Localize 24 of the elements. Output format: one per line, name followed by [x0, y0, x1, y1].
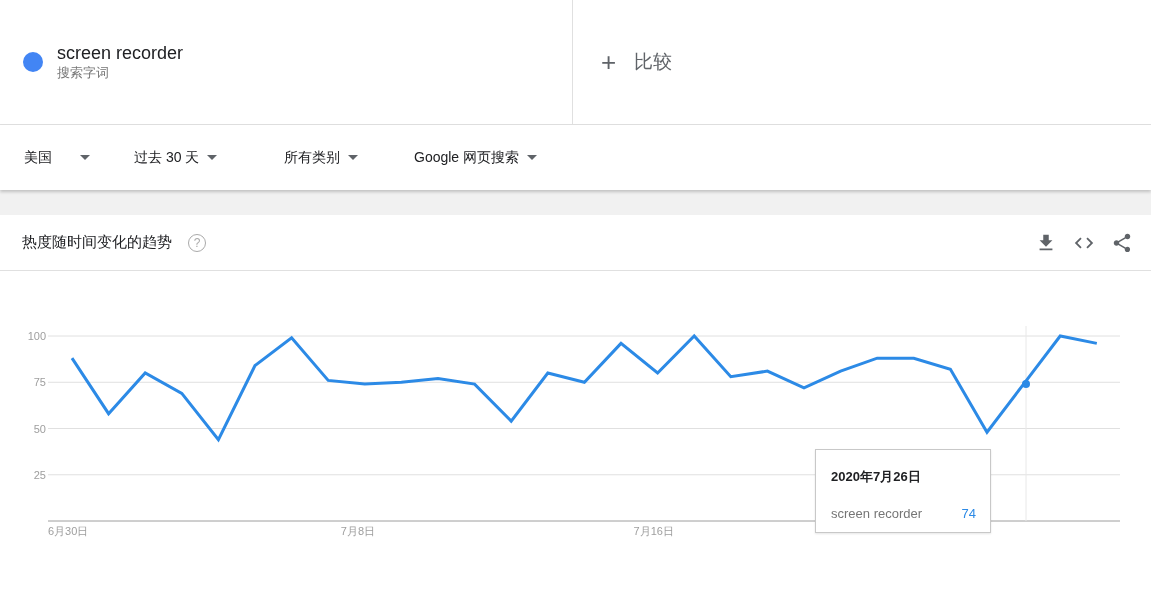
y-axis-label: 75 [33, 376, 46, 389]
x-axis-label: 7月8日 [340, 525, 376, 537]
tooltip-date: 2020年7月26日 [831, 468, 922, 486]
y-axis-label: 25 [33, 468, 46, 481]
y-axis-label: 50 [33, 422, 46, 435]
caret-icon [348, 155, 358, 160]
x-axis-label: 7月16日 [633, 525, 674, 537]
share-icon[interactable] [1111, 231, 1133, 254]
y-axis-label: 100 [27, 330, 46, 342]
caret-icon [527, 155, 538, 160]
filter-dropdown[interactable]: 所有类别 [274, 142, 394, 173]
caret-icon [80, 155, 90, 160]
filter-dropdown[interactable]: 过去 30 天 [124, 142, 264, 173]
x-axis-label: 6月30日 [48, 525, 89, 537]
compare-button[interactable]: + 比较 [591, 42, 683, 82]
filter-dropdown[interactable]: 美国 [14, 142, 114, 173]
card-title: 热度随时间变化的趋势 [22, 233, 172, 252]
caret-icon [207, 155, 218, 160]
tooltip-series: screen recorder [831, 506, 923, 521]
highlighted-point [1022, 380, 1030, 389]
search-term: screen recorder [57, 42, 184, 64]
tooltip-value: 74 [961, 506, 976, 521]
filter-dropdown[interactable]: Google 网页搜索 [404, 142, 548, 173]
term-type-label: 搜索字词 [57, 64, 110, 82]
